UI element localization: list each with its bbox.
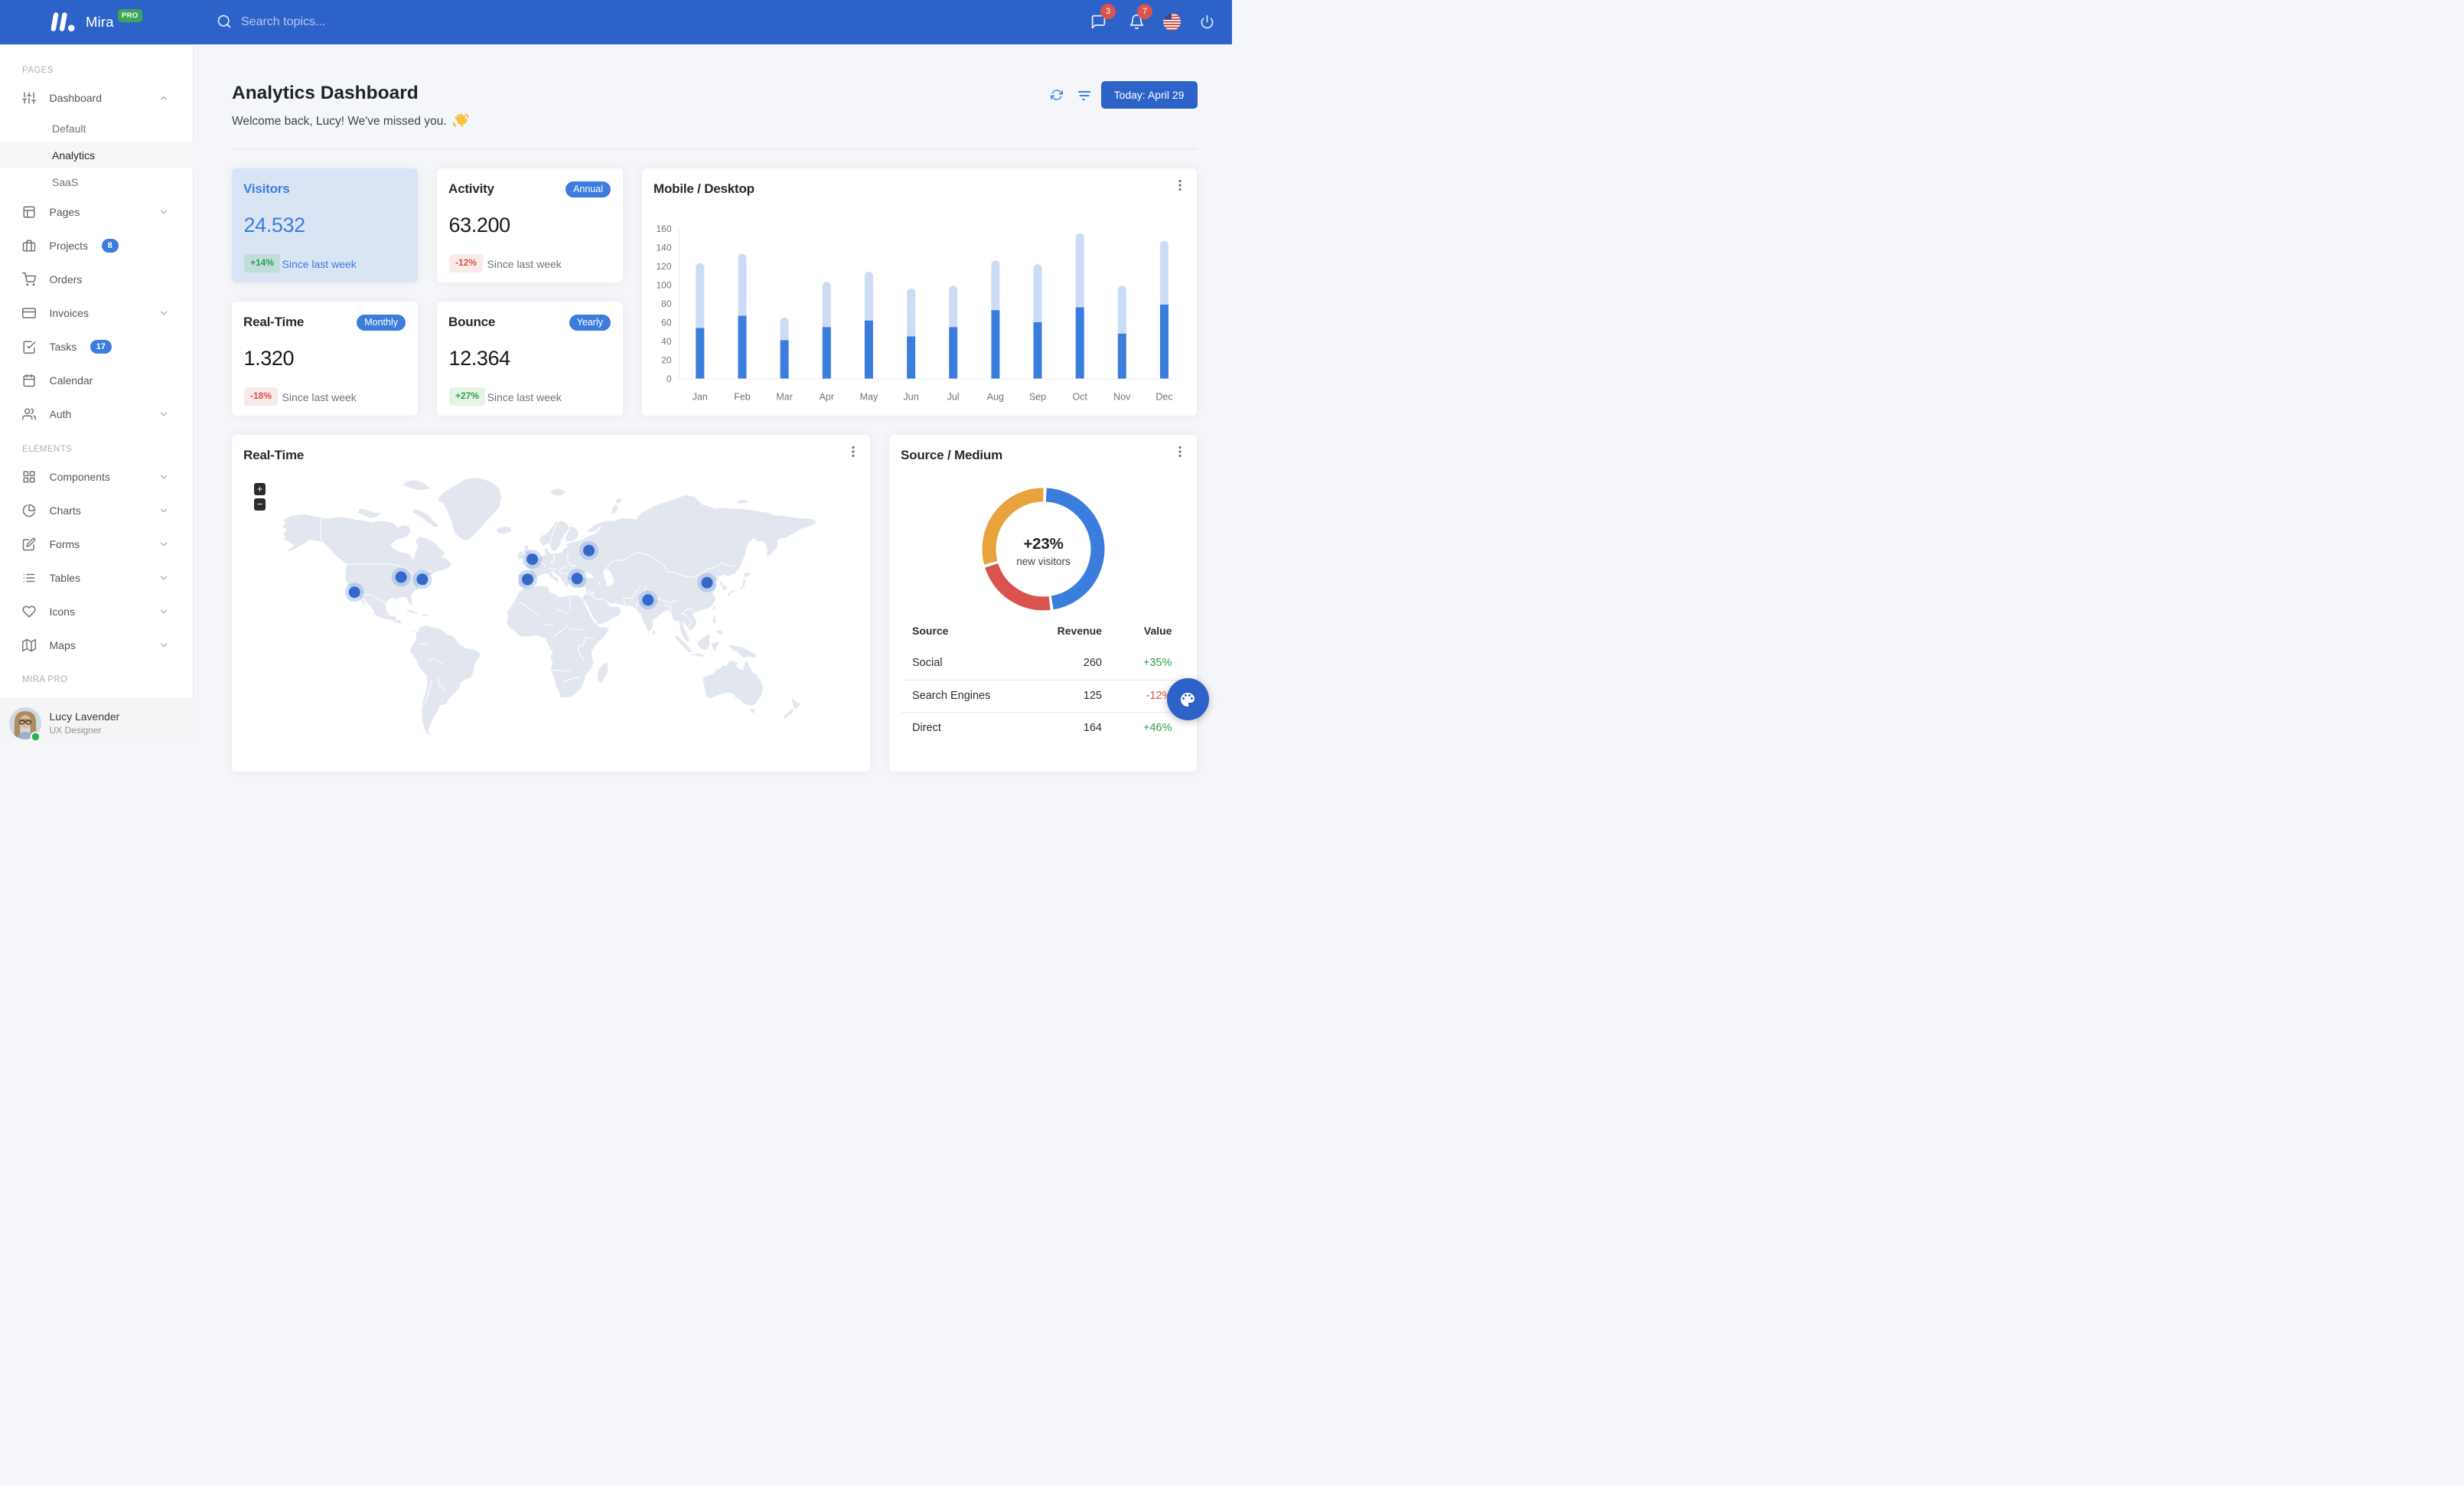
svg-text:Jul: Jul xyxy=(947,391,960,402)
svg-text:Nov: Nov xyxy=(1113,391,1131,402)
svg-text:Sep: Sep xyxy=(1029,391,1046,402)
svg-text:60: 60 xyxy=(661,317,672,328)
svg-text:120: 120 xyxy=(656,260,671,271)
svg-text:140: 140 xyxy=(656,242,671,253)
svg-text:Jan: Jan xyxy=(693,391,708,402)
svg-text:100: 100 xyxy=(656,279,671,290)
svg-text:Oct: Oct xyxy=(1072,391,1087,402)
svg-text:Feb: Feb xyxy=(734,391,751,402)
svg-text:Jun: Jun xyxy=(904,391,919,402)
svg-text:40: 40 xyxy=(661,335,672,346)
svg-text:0: 0 xyxy=(667,373,672,383)
svg-text:160: 160 xyxy=(656,223,671,233)
svg-text:Apr: Apr xyxy=(820,391,834,402)
svg-text:80: 80 xyxy=(661,298,672,308)
svg-text:Aug: Aug xyxy=(987,391,1004,402)
svg-text:20: 20 xyxy=(661,354,672,365)
svg-text:Dec: Dec xyxy=(1155,391,1172,402)
svg-text:Mar: Mar xyxy=(776,391,793,402)
svg-text:May: May xyxy=(860,391,878,402)
